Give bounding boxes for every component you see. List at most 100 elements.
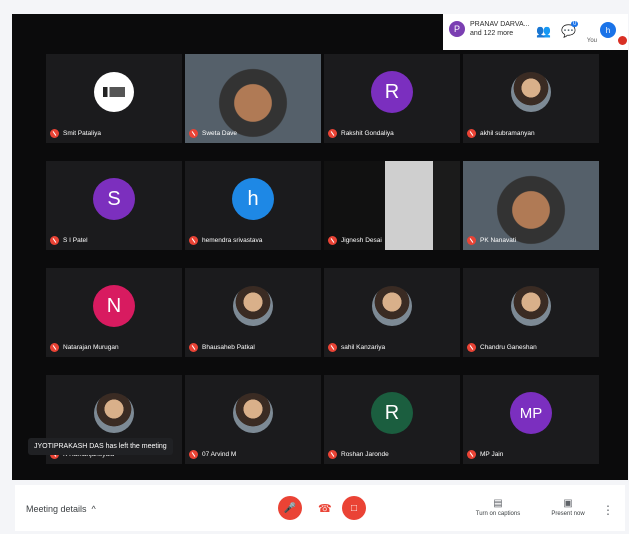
logo-mark <box>103 87 125 98</box>
mic-muted-icon <box>189 236 198 245</box>
mic-muted-icon <box>467 236 476 245</box>
participant-photo <box>511 286 551 327</box>
top-bar: P PRANAV DARVA... and 122 more 👥 💬 0 h Y… <box>443 14 628 50</box>
participant-name-row: 07 Arvind M <box>189 450 236 459</box>
mic-muted-icon <box>467 450 476 459</box>
participant-name: S I Patel <box>63 237 88 244</box>
participant-tile[interactable]: 07 Arvind M <box>185 375 321 464</box>
participant-photo <box>511 72 551 113</box>
participant-tile[interactable]: Bhausaheb Patkal <box>185 268 321 357</box>
present-icon: ▣ <box>563 498 573 509</box>
participant-tile[interactable]: Sweta Dave <box>185 54 321 143</box>
captions-label: Turn on captions <box>475 511 521 517</box>
presenter-name: PRANAV DARVA... <box>470 21 530 28</box>
participant-name-row: Roshan Jaronde <box>328 450 389 459</box>
captions-icon: ▤ <box>493 498 503 509</box>
presenter-more: and 122 more <box>470 30 514 37</box>
participant-name-row: akhil subramanyan <box>467 129 535 138</box>
participant-tile[interactable]: Chandru Ganeshan <box>463 268 599 357</box>
participant-tile[interactable]: S S I Patel <box>46 161 182 250</box>
participant-tile[interactable]: Jignesh Desai <box>324 161 460 250</box>
meeting-details-label: Meeting details <box>26 504 87 514</box>
participant-name-row: hemendra srivastava <box>189 236 262 245</box>
participant-name: akhil subramanyan <box>480 130 535 137</box>
participant-name: Chandru Ganeshan <box>480 344 537 351</box>
participant-name: sahil Kanzariya <box>341 344 386 351</box>
participant-name-row: Rakshit Gondaliya <box>328 129 394 138</box>
participant-avatar: R <box>371 71 413 114</box>
participant-name: Natarajan Murugan <box>63 344 119 351</box>
meeting-details-button[interactable]: Meeting details ^ <box>26 504 96 514</box>
university-logo <box>94 72 134 113</box>
participant-name: Roshan Jaronde <box>341 451 389 458</box>
mic-muted-icon <box>328 343 337 352</box>
participant-name-row: PK Nanavati <box>467 236 516 245</box>
mic-off-icon: 🎤 <box>283 502 297 514</box>
mic-muted-icon <box>189 343 198 352</box>
participant-name-row: Bhausaheb Patkal <box>189 343 255 352</box>
participant-name-row: Natarajan Murugan <box>50 343 119 352</box>
participant-name-row: MP Jain <box>467 450 503 459</box>
participant-name: Bhausaheb Patkal <box>202 344 255 351</box>
participant-grid: Smit Pataliya Sweta Dave R Rakshit Gondaliy… <box>46 54 599 480</box>
self-avatar[interactable]: h <box>600 22 616 38</box>
close-icon[interactable] <box>618 36 627 45</box>
mic-toggle-button[interactable]: 🎤 <box>278 496 302 520</box>
participant-tile[interactable]: R Rakshit Gondaliya <box>324 54 460 143</box>
participant-name: 07 Arvind M <box>202 451 237 458</box>
participant-name: MP Jain <box>480 451 504 458</box>
presenter-info[interactable]: P PRANAV DARVA... and 122 more <box>449 20 530 38</box>
meeting-stage: P PRANAV DARVA... and 122 more 👥 💬 0 h Y… <box>12 14 628 480</box>
chat-badge: 0 <box>571 21 579 27</box>
participant-tile[interactable]: MP MP Jain <box>463 375 599 464</box>
mic-muted-icon <box>50 129 59 138</box>
camera-toggle-button[interactable]: □ <box>342 496 366 520</box>
participant-photo <box>233 286 273 327</box>
more-options-icon[interactable]: ⋮ <box>602 503 614 517</box>
chevron-up-icon: ^ <box>91 504 96 514</box>
participant-photo <box>94 393 134 434</box>
participant-name-row: Chandru Ganeshan <box>467 343 537 352</box>
bottom-bar: Meeting details ^ 🎤 ☎ □ ▤ Turn on captio… <box>15 485 625 531</box>
participant-photo <box>372 286 412 327</box>
participant-name: PK Nanavati <box>480 237 517 244</box>
hangup-button[interactable]: ☎ <box>318 502 332 515</box>
participant-avatar: R <box>371 392 413 435</box>
participant-avatar: S <box>93 178 135 221</box>
participant-name-row: Jignesh Desai <box>328 236 382 245</box>
camera-off-icon: □ <box>350 502 358 514</box>
participant-tile[interactable]: akhil subramanyan <box>463 54 599 143</box>
present-label: Present now <box>551 511 585 517</box>
participant-tile[interactable]: N Natarajan Murugan <box>46 268 182 357</box>
mic-muted-icon <box>50 343 59 352</box>
mic-muted-icon <box>328 236 337 245</box>
phone-icon: ☎ <box>318 503 332 515</box>
participant-avatar: MP <box>510 392 552 435</box>
participant-tile[interactable]: Smit Pataliya <box>46 54 182 143</box>
captions-button[interactable]: ▤ Turn on captions <box>472 498 524 517</box>
mic-muted-icon <box>50 236 59 245</box>
participant-photo <box>233 393 273 434</box>
toast-notification: JYOTIPRAKASH DAS has left the meeting <box>28 438 173 455</box>
mic-muted-icon <box>467 129 476 138</box>
participant-name: Smit Pataliya <box>63 130 101 137</box>
participant-avatar: h <box>232 178 274 221</box>
participant-tile[interactable]: h hemendra srivastava <box>185 161 321 250</box>
self-label: You <box>586 38 597 44</box>
people-icon[interactable]: 👥 <box>536 24 551 38</box>
participant-name-row: S I Patel <box>50 236 88 245</box>
participant-name-row: sahil Kanzariya <box>328 343 385 352</box>
participant-name-row: Sweta Dave <box>189 129 237 138</box>
participant-name-row: Smit Pataliya <box>50 129 101 138</box>
mic-muted-icon <box>189 129 198 138</box>
present-now-button[interactable]: ▣ Present now <box>548 498 588 517</box>
participant-tile[interactable]: sahil Kanzariya <box>324 268 460 357</box>
mic-muted-icon <box>328 129 337 138</box>
mic-muted-icon <box>328 450 337 459</box>
participant-tile[interactable]: PK Nanavati <box>463 161 599 250</box>
participant-avatar: N <box>93 285 135 328</box>
participant-name: hemendra srivastava <box>202 237 263 244</box>
participant-name: Sweta Dave <box>202 130 238 137</box>
participant-name: Rakshit Gondaliya <box>341 130 394 137</box>
participant-tile[interactable]: R Roshan Jaronde <box>324 375 460 464</box>
